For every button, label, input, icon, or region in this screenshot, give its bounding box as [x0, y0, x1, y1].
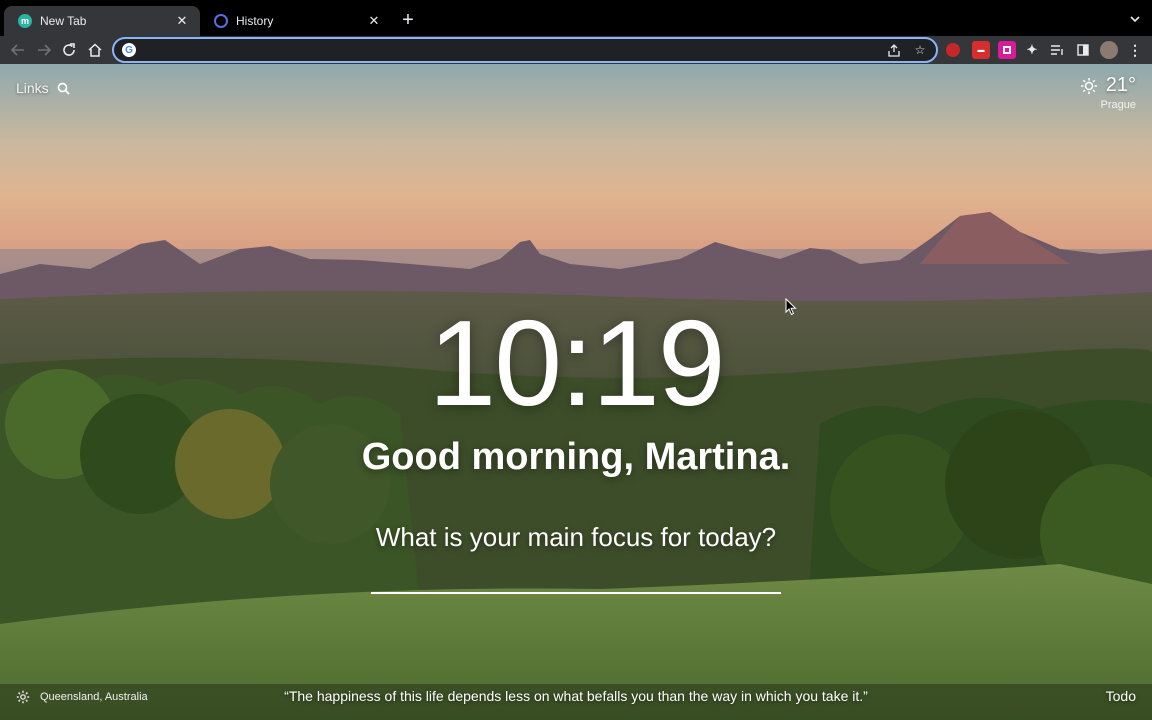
new-tab-button[interactable]: + — [398, 9, 418, 31]
extension-red-icon[interactable] — [946, 43, 960, 57]
todo-button[interactable]: Todo — [1106, 688, 1136, 704]
sun-icon — [1080, 77, 1097, 94]
extension-badge-icon[interactable]: ▬ — [972, 41, 990, 59]
focus-input[interactable] — [371, 562, 781, 594]
clock[interactable]: 10:19 — [0, 302, 1152, 424]
extension-pink-icon[interactable] — [998, 41, 1016, 59]
tab-history[interactable]: History ✕ — [200, 6, 392, 36]
links-label: Links — [16, 80, 49, 96]
tab-new-tab[interactable]: m New Tab ✕ — [4, 6, 200, 36]
share-icon[interactable] — [886, 42, 902, 58]
links-button[interactable]: Links — [16, 80, 70, 96]
reload-button[interactable] — [58, 39, 80, 61]
reload-icon — [63, 43, 75, 56]
reading-list-icon[interactable] — [1048, 41, 1066, 59]
home-icon — [88, 43, 102, 57]
greeting[interactable]: Good morning, Martina. — [0, 436, 1152, 479]
search-icon[interactable] — [57, 82, 70, 95]
avatar[interactable] — [1100, 41, 1118, 59]
weather-location: Prague — [1100, 99, 1136, 111]
side-panel-icon[interactable] — [1074, 41, 1092, 59]
arrow-right-icon — [38, 44, 51, 56]
home-button[interactable] — [84, 39, 106, 61]
momentum-page: Links 21° Prague 10:19 Good morning, Mar… — [0, 64, 1152, 720]
browser-toolbar: G ☆ ▬ ✦ ⋮ — [0, 36, 1152, 64]
tab-title: History — [236, 14, 274, 28]
close-icon[interactable]: ✕ — [366, 13, 382, 29]
back-button[interactable] — [7, 39, 29, 61]
quote[interactable]: “The happiness of this life depends less… — [0, 688, 1152, 704]
tab-title: New Tab — [40, 14, 87, 28]
kebab-menu-icon[interactable]: ⋮ — [1126, 41, 1144, 59]
arrow-left-icon — [11, 44, 24, 56]
close-icon[interactable]: ✕ — [174, 13, 190, 29]
address-input[interactable] — [144, 42, 886, 58]
focus-question: What is your main focus for today? — [375, 522, 777, 552]
google-icon: G — [122, 43, 136, 57]
momentum-icon: m — [18, 14, 32, 28]
address-bar[interactable]: G ☆ — [112, 37, 938, 63]
weather-widget[interactable]: 21° Prague — [1080, 74, 1136, 111]
mouse-cursor-icon — [785, 298, 797, 316]
puzzle-icon[interactable]: ✦ — [1023, 41, 1041, 59]
history-icon — [214, 14, 228, 28]
star-icon[interactable]: ☆ — [912, 42, 928, 58]
weather-temperature: 21° — [1105, 74, 1136, 96]
forward-button[interactable] — [33, 39, 55, 61]
tab-strip: m New Tab ✕ History ✕ + — [0, 0, 1152, 36]
chevron-down-icon[interactable] — [1128, 12, 1142, 26]
